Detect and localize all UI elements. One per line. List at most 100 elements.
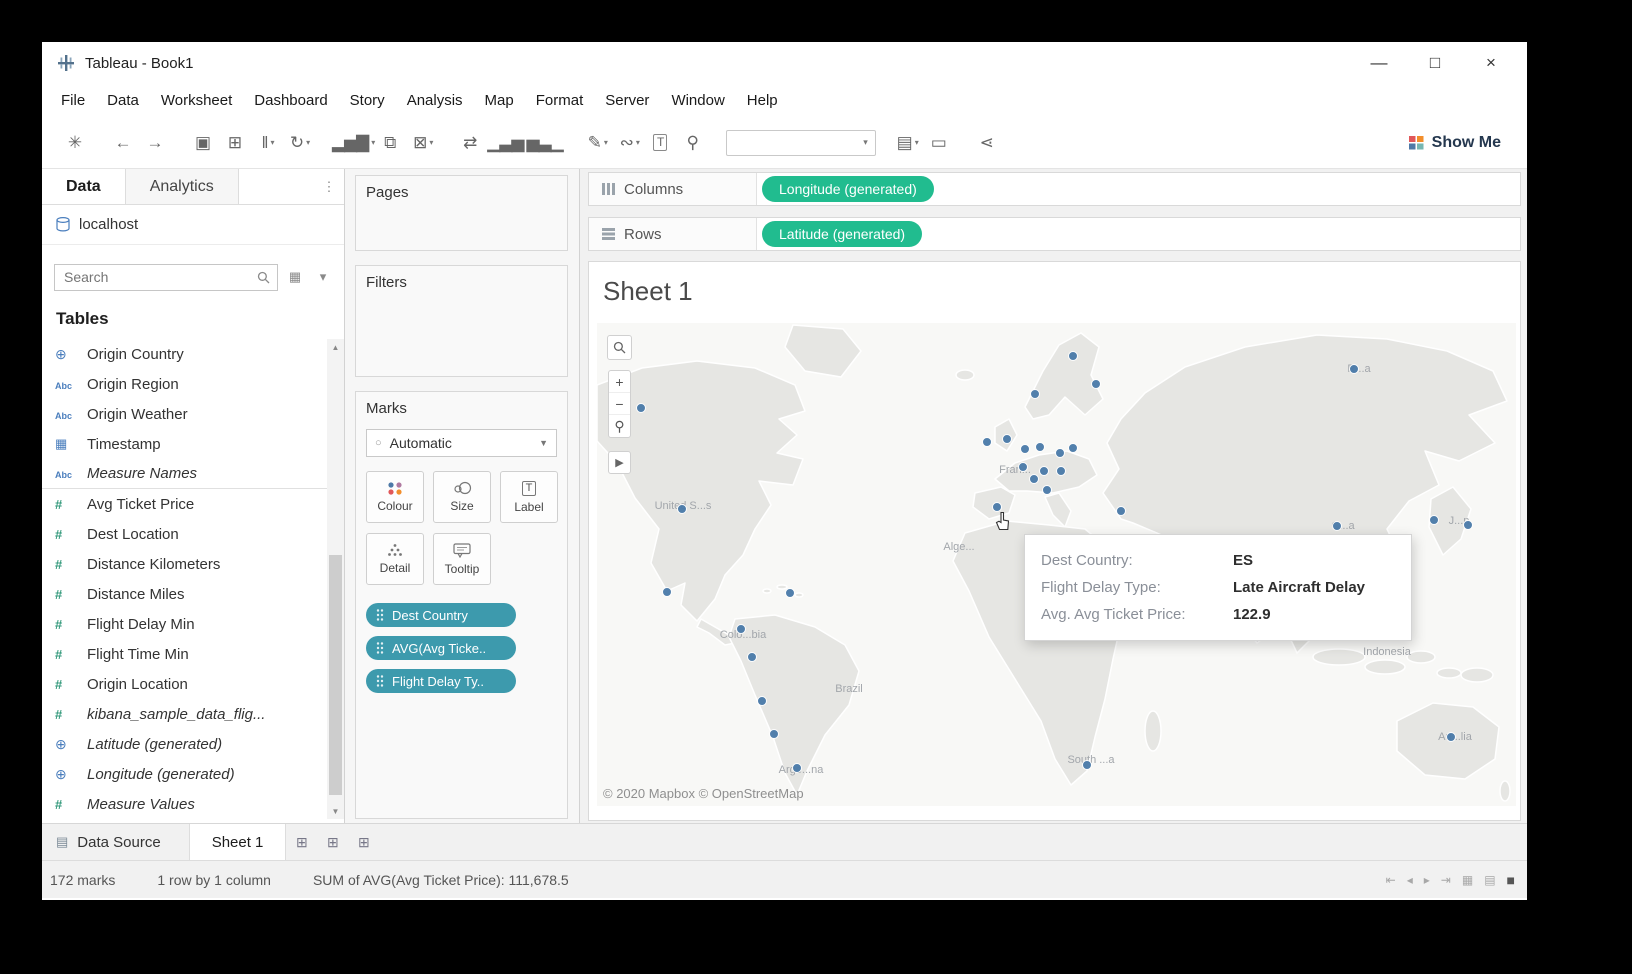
search-input[interactable] [62, 268, 257, 286]
close-button[interactable]: × [1463, 42, 1519, 84]
toolbar-separator[interactable] [956, 126, 972, 160]
scroll-down-icon[interactable]: ▼ [327, 803, 344, 819]
fit-dropdown[interactable]: ▾ [726, 130, 876, 156]
fields-view-icon[interactable]: ▦ [284, 269, 306, 285]
marks-pill[interactable]: Dest Country [366, 603, 516, 627]
maximize-button[interactable]: □ [1407, 42, 1463, 84]
map-mark[interactable] [736, 624, 746, 634]
prev-page-icon[interactable]: ◂ [1407, 873, 1413, 887]
show-hide-cards-icon[interactable]: ▤▾ [892, 126, 924, 160]
field-row[interactable]: Distance Kilometers [42, 549, 327, 579]
map-mark[interactable] [1056, 466, 1066, 476]
next-page-icon[interactable]: ▸ [1424, 873, 1430, 887]
toolbar-separator[interactable] [172, 126, 188, 160]
map-mark[interactable] [757, 696, 767, 706]
field-row[interactable]: Origin Location [42, 669, 327, 699]
field-row[interactable]: Flight Delay Min [42, 609, 327, 639]
map-mark[interactable] [769, 729, 779, 739]
fields-scrollbar[interactable]: ▲ ▼ [327, 339, 344, 819]
fields-menu-caret-icon[interactable]: ▾ [312, 269, 334, 285]
toolbar-separator[interactable] [566, 126, 582, 160]
presentation-mode-icon[interactable]: ▭ [924, 126, 956, 160]
pages-shelf[interactable]: Pages [355, 175, 568, 251]
rows-shelf[interactable]: Rows Latitude (generated) [588, 217, 1521, 251]
zoom-out-button[interactable]: − [609, 393, 630, 415]
current-view-icon[interactable]: ■ [1507, 872, 1515, 888]
filters-shelf[interactable]: Filters [355, 265, 568, 377]
field-row[interactable]: Flight Time Min [42, 639, 327, 669]
data-source-tab[interactable]: ▤ Data Source [42, 824, 190, 860]
toolbar-separator[interactable] [92, 126, 108, 160]
field-row[interactable]: Timestamp [42, 429, 327, 459]
map-mark[interactable] [1035, 442, 1045, 452]
columns-shelf[interactable]: Columns Longitude (generated) [588, 172, 1521, 206]
swap-axes-icon[interactable]: ⇄ [455, 126, 487, 160]
toolbar-separator[interactable] [439, 126, 455, 160]
menu-window[interactable]: Window [660, 92, 735, 109]
map-mark[interactable] [1446, 732, 1456, 742]
map-mark[interactable] [1039, 466, 1049, 476]
fix-axes-icon[interactable]: ⚲ [678, 126, 710, 160]
menu-story[interactable]: Story [339, 92, 396, 109]
map-mark[interactable] [1082, 760, 1092, 770]
data-source-connection[interactable]: localhost [42, 205, 344, 245]
map-mark[interactable] [662, 587, 672, 597]
marks-pill[interactable]: AVG(Avg Ticke.. [366, 636, 516, 660]
field-row[interactable]: Avg Ticket Price [42, 489, 327, 519]
field-row[interactable]: Longitude (generated) [42, 759, 327, 789]
scrollbar-thumb[interactable] [329, 555, 342, 795]
map-mark[interactable] [1020, 444, 1030, 454]
map-mark[interactable] [792, 763, 802, 773]
menu-map[interactable]: Map [474, 92, 525, 109]
undo-icon[interactable]: ← [108, 126, 140, 160]
new-story-tab-icon[interactable]: ⊞ [348, 824, 379, 860]
field-row[interactable]: Measure Values [42, 789, 327, 819]
mark-type-dropdown[interactable]: ○ Automatic ▼ [366, 429, 557, 457]
sort-descending-icon[interactable]: ▅▃▁ [526, 126, 565, 160]
share-icon[interactable]: ⋖ [972, 126, 1004, 160]
menu-file[interactable]: File [50, 92, 96, 109]
map-mark[interactable] [1429, 515, 1439, 525]
map-mark[interactable] [1091, 379, 1101, 389]
pause-updates-icon[interactable]: ‖▾ [252, 126, 284, 160]
field-row[interactable]: Origin Region [42, 369, 327, 399]
refresh-icon[interactable]: ↻▾ [284, 126, 316, 160]
map-mark[interactable] [1042, 485, 1052, 495]
new-worksheet-tab-icon[interactable]: ⊞ [286, 824, 317, 860]
map-mark[interactable] [1068, 443, 1078, 453]
field-row[interactable]: Dest Location [42, 519, 327, 549]
label-button[interactable]: T Label [500, 471, 558, 523]
search-box[interactable] [54, 264, 278, 291]
show-me-button[interactable]: Show Me [1409, 134, 1501, 152]
grid-view-icon[interactable]: ▦ [1462, 873, 1473, 887]
minimize-button[interactable]: — [1351, 42, 1407, 84]
highlight-icon[interactable]: ✎▾ [582, 126, 614, 160]
map-pin-button[interactable]: ⚲ [609, 415, 630, 437]
new-dashboard-tab-icon[interactable]: ⊞ [317, 824, 348, 860]
menu-server[interactable]: Server [594, 92, 660, 109]
sheet1-tab[interactable]: Sheet 1 [190, 824, 287, 860]
toolbar-separator[interactable] [316, 126, 332, 160]
colour-button[interactable]: Colour [366, 471, 424, 523]
map-expand-button[interactable]: ▶ [608, 451, 631, 474]
last-page-icon[interactable]: ⇥ [1441, 873, 1451, 887]
menu-help[interactable]: Help [736, 92, 789, 109]
map-mark[interactable] [1116, 506, 1126, 516]
map-mark[interactable] [677, 504, 687, 514]
add-data-icon[interactable]: ⊞ [220, 126, 252, 160]
clear-sheet-icon[interactable]: ⊠▾ [407, 126, 439, 160]
scroll-up-icon[interactable]: ▲ [327, 339, 344, 355]
field-row[interactable]: Distance Miles [42, 579, 327, 609]
save-icon[interactable]: ▣ [188, 126, 220, 160]
menu-dashboard[interactable]: Dashboard [243, 92, 338, 109]
group-icon[interactable]: ∾▾ [614, 126, 646, 160]
field-row[interactable]: kibana_sample_data_flig... [42, 699, 327, 729]
menu-format[interactable]: Format [525, 92, 595, 109]
map-mark[interactable] [1030, 389, 1040, 399]
size-button[interactable]: Size [433, 471, 491, 523]
redo-icon[interactable]: → [140, 126, 172, 160]
new-worksheet-icon[interactable]: ▂▅▇▾ [332, 126, 375, 160]
tableau-logo-icon[interactable]: ✳ [60, 126, 92, 160]
menu-analysis[interactable]: Analysis [396, 92, 474, 109]
field-row[interactable]: Origin Country [42, 339, 327, 369]
